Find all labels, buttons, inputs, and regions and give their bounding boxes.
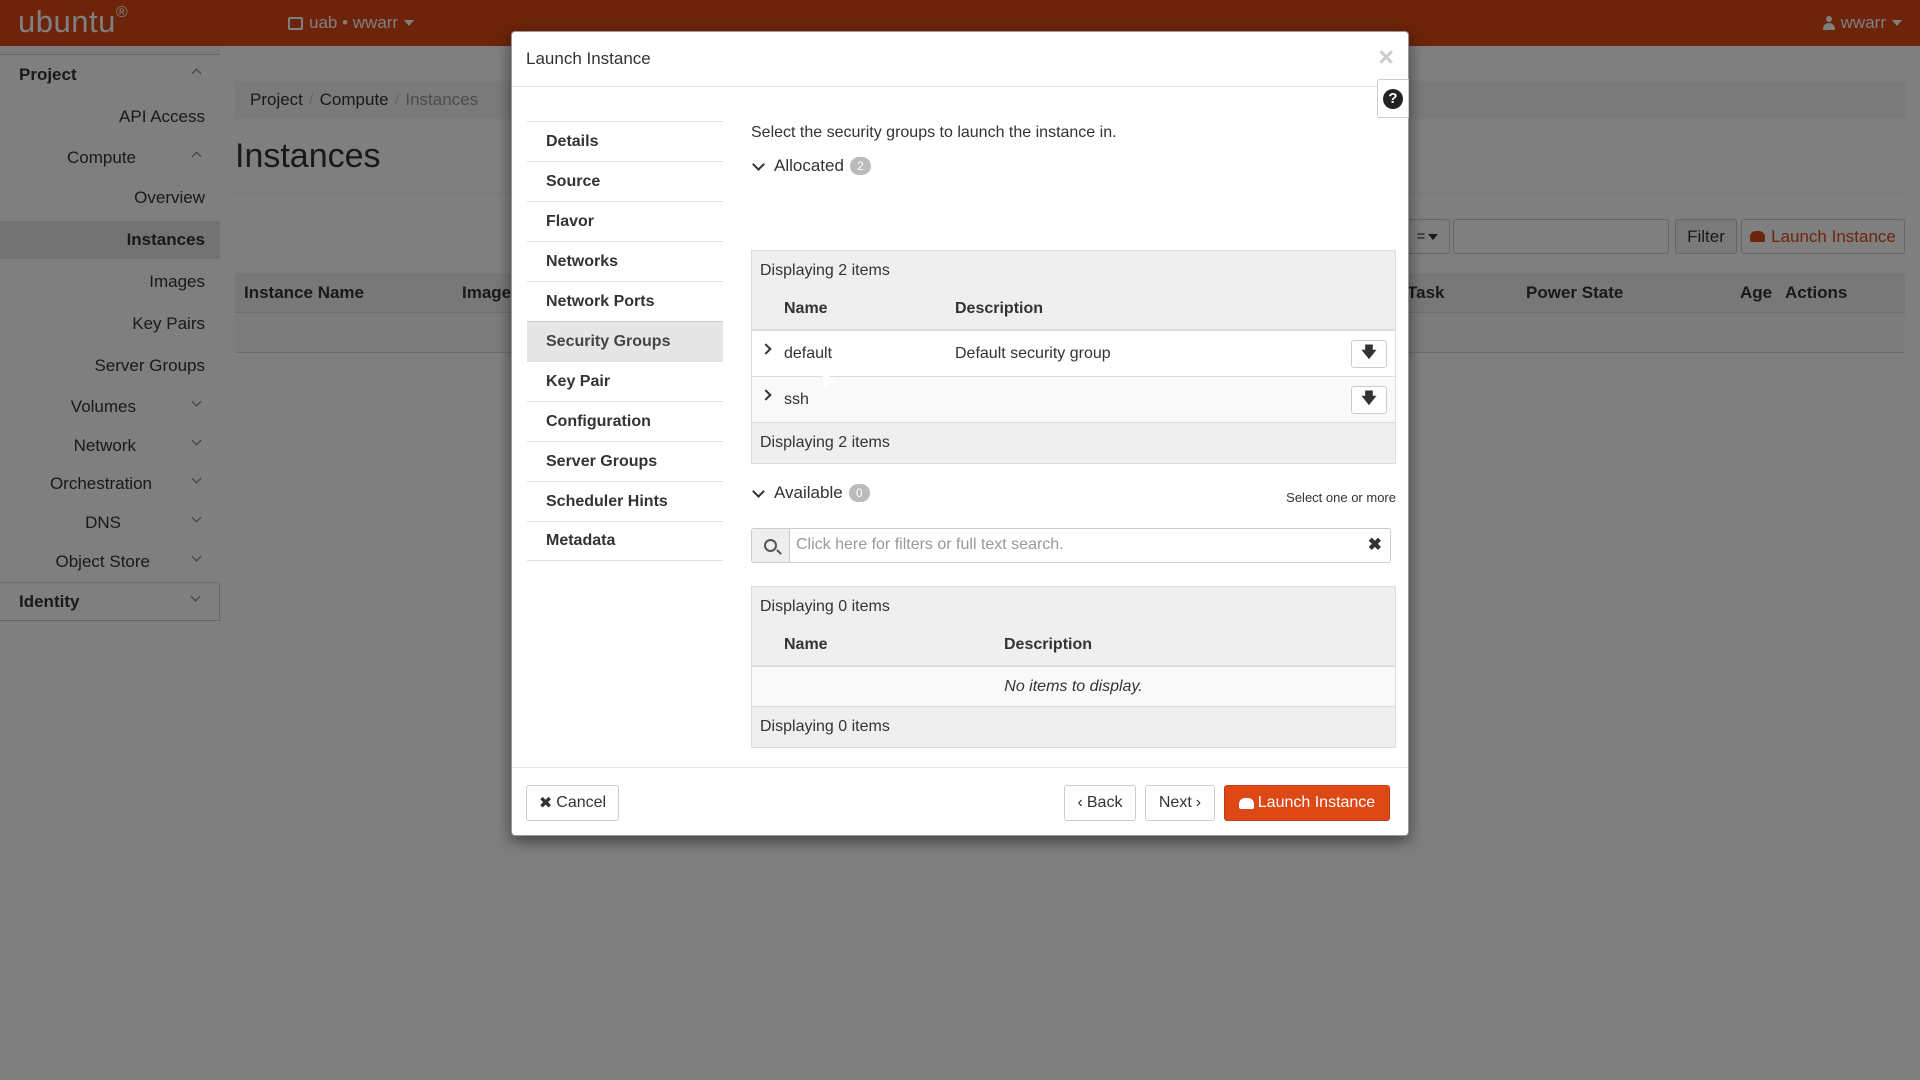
launch-label: Launch Instance [1257, 794, 1376, 811]
column-description: Description [955, 300, 1044, 317]
allocated-caption: Displaying 2 items [752, 251, 1395, 291]
row-name: ssh [784, 391, 809, 408]
allocated-count-badge: 2 [849, 157, 871, 175]
available-count-badge: 0 [848, 484, 870, 502]
available-footer: Displaying 0 items [752, 707, 1395, 747]
times-icon: ✖ [538, 795, 553, 812]
wizard-step-metadata[interactable]: Metadata [527, 521, 723, 561]
select-hint: Select one or more [1286, 490, 1396, 505]
chevron-right-icon: › [1195, 794, 1202, 811]
table-row: ssh 🡇 [752, 377, 1395, 423]
allocated-label: Allocated [774, 156, 844, 175]
allocated-toggle[interactable]: Allocated 2 [751, 156, 871, 176]
times-icon[interactable]: ✖ [1368, 535, 1382, 555]
next-button[interactable]: Next › [1145, 785, 1215, 821]
back-label: Back [1086, 794, 1123, 811]
wizard-step-source[interactable]: Source [527, 161, 723, 201]
modal-footer: ✖ Cancel ‹ Back Next › Launch Instance [512, 767, 1408, 835]
modal-title: Launch Instance [526, 49, 651, 68]
search-placeholder: Click here for filters or full text sear… [796, 536, 1064, 553]
next-label: Next [1158, 794, 1192, 811]
available-caption: Displaying 0 items [752, 587, 1395, 627]
cancel-button[interactable]: ✖ Cancel [526, 785, 619, 821]
cloud-upload-icon [1238, 797, 1254, 809]
modal-header: Launch Instance × [512, 32, 1408, 87]
allocated-footer: Displaying 2 items [752, 423, 1395, 463]
row-description: Default security group [955, 345, 1111, 362]
help-button[interactable]: ? [1377, 79, 1409, 118]
wizard-step-details[interactable]: Details [527, 121, 723, 161]
column-description: Description [1004, 636, 1093, 653]
wizard-step-security-groups[interactable]: Security Groups [527, 321, 723, 361]
chevron-left-icon: ‹ [1077, 794, 1083, 811]
available-toggle[interactable]: Available 0 [751, 483, 870, 503]
available-table-header: Name Description [752, 627, 1395, 667]
search-icon [764, 539, 777, 552]
chevron-right-icon[interactable] [760, 389, 772, 401]
empty-message: No items to display. [752, 667, 1395, 707]
wizard-nav: Details Source Flavor Networks Network P… [527, 121, 723, 561]
table-row: default Default security group 🡇 [752, 331, 1395, 377]
back-button[interactable]: ‹ Back [1064, 785, 1136, 821]
wizard-step-configuration[interactable]: Configuration [527, 401, 723, 441]
search-addon [752, 529, 790, 562]
deallocate-button[interactable]: 🡇 [1351, 340, 1387, 368]
available-table: Displaying 0 items Name Description No i… [751, 586, 1396, 748]
column-name: Name [784, 636, 828, 653]
chevron-down-icon [752, 157, 765, 171]
wizard-step-key-pair[interactable]: Key Pair [527, 361, 723, 401]
column-name: Name [784, 300, 828, 317]
step-intro: Select the security groups to launch the… [751, 124, 1117, 141]
cancel-label: Cancel [556, 794, 607, 811]
chevron-right-icon[interactable] [760, 343, 772, 355]
chevron-down-icon [752, 484, 765, 498]
allocated-table-header: Name Description [752, 291, 1395, 331]
allocated-table: Displaying 2 items Name Description defa… [751, 250, 1396, 464]
wizard-step-networks[interactable]: Networks [527, 241, 723, 281]
launch-instance-submit-button[interactable]: Launch Instance [1224, 785, 1390, 821]
wizard-step-scheduler-hints[interactable]: Scheduler Hints [527, 481, 723, 521]
deallocate-button[interactable]: 🡇 [1351, 386, 1387, 414]
question-circle-icon: ? [1383, 88, 1403, 109]
close-icon[interactable]: × [1378, 44, 1394, 71]
wizard-step-server-groups[interactable]: Server Groups [527, 441, 723, 481]
wizard-step-network-ports[interactable]: Network Ports [527, 281, 723, 321]
search-input[interactable]: Click here for filters or full text sear… [751, 528, 1391, 563]
wizard-step-flavor[interactable]: Flavor [527, 201, 723, 241]
launch-instance-modal: Launch Instance × ? Details Source Flavo… [511, 31, 1409, 836]
row-name: default [784, 345, 833, 362]
available-label: Available [774, 483, 843, 502]
